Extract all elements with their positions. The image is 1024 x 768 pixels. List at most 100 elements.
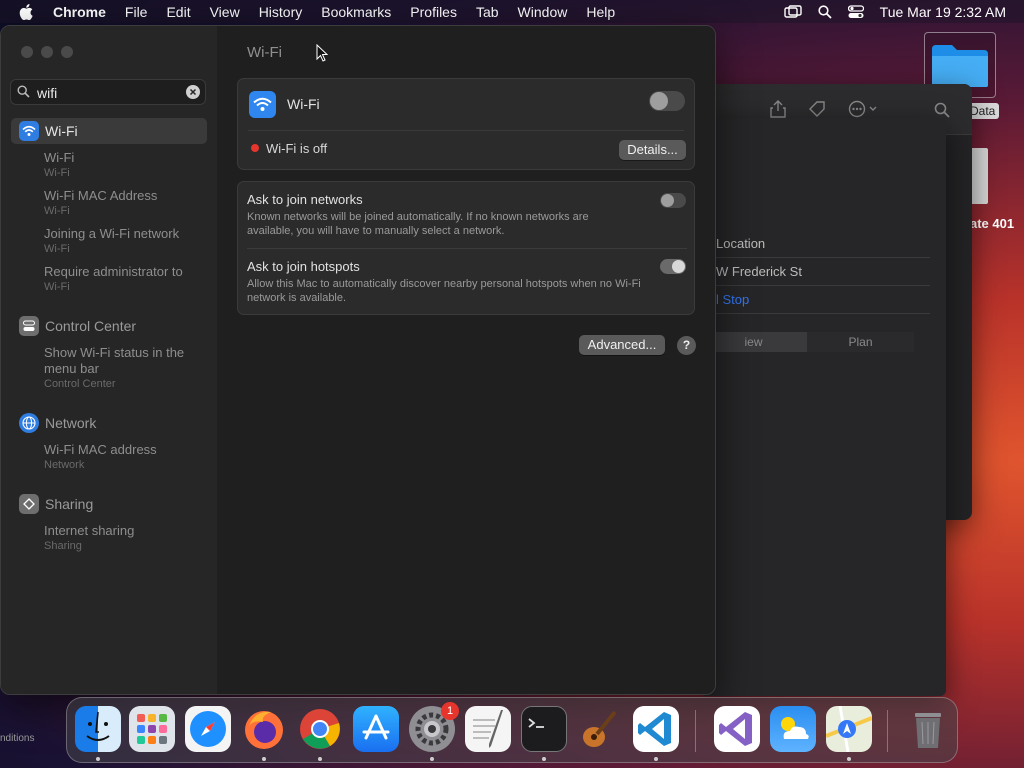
directions-row-stop[interactable]: l Stop <box>700 287 930 314</box>
control-center-icon[interactable] <box>847 4 864 19</box>
sidebar-item-control-center[interactable]: Control Center <box>11 313 207 339</box>
search-field[interactable] <box>10 79 206 105</box>
ask-join-hotspots-toggle[interactable] <box>660 259 686 274</box>
sidebar-result-wifi-mac[interactable]: Wi-Fi MAC Address Wi-Fi <box>11 188 207 218</box>
background-maps-window[interactable]: Location W Frederick St l Stop iew Plan <box>700 118 946 696</box>
running-indicator <box>96 757 100 761</box>
view-plan-segmented-control[interactable]: iew Plan <box>700 332 914 352</box>
divider <box>248 130 684 131</box>
dock-safari[interactable] <box>185 706 231 752</box>
menu-clock[interactable]: Tue Mar 19 2:32 AM <box>880 4 1006 20</box>
help-button[interactable]: ? <box>677 336 696 355</box>
menu-edit[interactable]: Edit <box>166 4 190 20</box>
advanced-button[interactable]: Advanced... <box>579 335 665 355</box>
search-icon[interactable] <box>934 102 950 118</box>
sidebar-item-sharing[interactable]: Sharing <box>11 491 207 517</box>
directions-row-label: Location <box>716 236 766 251</box>
control-center-icon <box>19 316 39 336</box>
ask-join-networks-row: Ask to join networks Known networks will… <box>247 192 637 238</box>
wifi-toggle[interactable] <box>649 91 685 111</box>
notification-badge: 1 <box>441 702 459 720</box>
menu-history[interactable]: History <box>259 4 303 20</box>
sidebar-result-internet-sharing[interactable]: Internet sharing Sharing <box>11 523 207 553</box>
visual-studio-icon <box>719 712 752 746</box>
minimize-window-button[interactable] <box>41 46 53 58</box>
toggle-knob <box>650 92 668 110</box>
sidebar-result-joining[interactable]: Joining a Wi-Fi network Wi-Fi <box>11 226 207 256</box>
result-category: Wi-Fi <box>44 243 70 255</box>
dock-finder[interactable] <box>75 706 121 752</box>
dock-separator <box>887 710 888 752</box>
apple-logo-icon[interactable] <box>19 3 33 20</box>
result-title: Joining a Wi-Fi network <box>44 226 180 241</box>
menu-view[interactable]: View <box>210 4 240 20</box>
option-description: Known networks will be joined automatica… <box>247 211 589 237</box>
menu-help[interactable]: Help <box>586 4 615 20</box>
chrome-icon <box>300 709 340 749</box>
segment-view[interactable]: iew <box>700 332 807 352</box>
directions-row-street[interactable]: W Frederick St <box>700 259 930 286</box>
mouse-cursor-icon <box>316 44 328 62</box>
dock-launchpad[interactable] <box>129 706 175 752</box>
sidebar-item-label: Sharing <box>45 496 94 512</box>
dock-visual-studio[interactable] <box>714 706 760 752</box>
result-title: Require administrator to <box>44 264 183 279</box>
more-icon[interactable] <box>848 100 880 118</box>
close-window-button[interactable] <box>21 46 33 58</box>
menu-profiles[interactable]: Profiles <box>410 4 457 20</box>
directions-row-label: W Frederick St <box>716 264 802 279</box>
spotlight-search-icon[interactable] <box>818 4 832 19</box>
result-title: Internet sharing <box>44 523 135 538</box>
dock-textedit[interactable] <box>465 706 511 752</box>
menu-bookmarks[interactable]: Bookmarks <box>321 4 391 20</box>
dock-weather[interactable] <box>770 706 816 752</box>
sidebar-item-wifi[interactable]: Wi-Fi <box>11 118 207 144</box>
launchpad-icon <box>137 714 167 744</box>
ask-join-networks-toggle[interactable] <box>660 193 686 208</box>
dock-app-store[interactable] <box>353 706 399 752</box>
dock-chrome[interactable] <box>297 706 343 752</box>
menu-file[interactable]: File <box>125 4 148 20</box>
dock-maps[interactable] <box>825 705 873 753</box>
app-store-icon <box>362 714 390 740</box>
folder-icon <box>932 45 988 87</box>
sidebar-result-wifi[interactable]: Wi-Fi Wi-Fi <box>11 150 207 180</box>
running-indicator <box>654 757 658 761</box>
sidebar-result-menu-bar[interactable]: Show Wi-Fi status in the menu bar Contro… <box>11 345 207 391</box>
sidebar-item-label: Control Center <box>45 318 137 334</box>
terminal-icon <box>528 718 544 728</box>
result-category: Sharing <box>44 540 82 552</box>
running-indicator <box>262 757 266 761</box>
guitar-icon <box>583 710 617 747</box>
details-button[interactable]: Details... <box>619 140 686 160</box>
sidebar-group-sharing: Sharing Internet sharing Sharing <box>11 491 207 553</box>
sidebar-result-require-admin[interactable]: Require administrator to Wi-Fi <box>11 264 207 294</box>
directions-row-location[interactable]: Location <box>700 231 930 258</box>
directions-row-label: l Stop <box>716 292 750 307</box>
menu-tab[interactable]: Tab <box>476 4 499 20</box>
dock-terminal[interactable] <box>521 706 567 752</box>
result-title: Wi-Fi MAC address <box>44 442 157 457</box>
share-icon[interactable] <box>770 100 786 118</box>
wifi-card: Wi-Fi Wi-Fi is off Details... <box>237 78 695 170</box>
tag-icon[interactable] <box>808 100 826 118</box>
dock-firefox[interactable] <box>241 706 287 752</box>
option-title: Ask to join networks <box>247 192 363 207</box>
safari-compass-icon <box>190 711 226 747</box>
dock-separator <box>695 710 696 752</box>
screen-mirroring-icon[interactable] <box>783 4 802 19</box>
trash-icon <box>915 713 941 748</box>
segment-plan[interactable]: Plan <box>807 332 914 352</box>
menu-window[interactable]: Window <box>518 4 568 20</box>
sidebar-result-mac-address[interactable]: Wi-Fi MAC address Network <box>11 442 207 472</box>
sidebar-item-network[interactable]: Network <box>11 410 207 436</box>
running-indicator <box>847 757 851 761</box>
zoom-window-button[interactable] <box>61 46 73 58</box>
search-input[interactable] <box>35 83 189 103</box>
dock-garageband[interactable] <box>577 706 623 752</box>
dock-trash[interactable] <box>905 706 951 752</box>
dock-vscode[interactable] <box>633 706 679 752</box>
menu-app-name[interactable]: Chrome <box>53 4 106 20</box>
wifi-app-icon <box>249 91 276 118</box>
clear-search-icon[interactable] <box>186 85 200 99</box>
